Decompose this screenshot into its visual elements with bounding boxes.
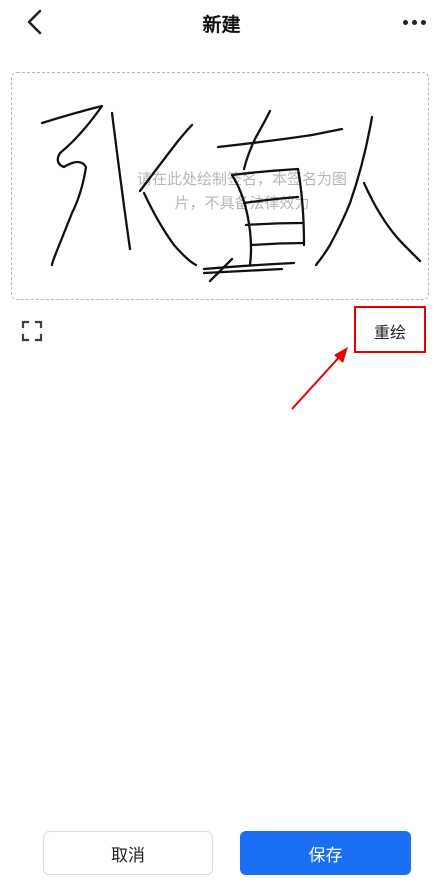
cancel-button[interactable]: 取消 — [43, 831, 213, 875]
fullscreen-icon[interactable] — [20, 319, 44, 343]
signature-canvas[interactable]: 请在此处绘制签名，本签名为图 片，不具备法律效力 — [11, 72, 429, 300]
handwritten-signature — [40, 104, 422, 283]
more-horizontal-icon[interactable] — [399, 8, 429, 36]
header-bar: 新建 — [0, 0, 443, 48]
page-title: 新建 — [202, 14, 241, 36]
more-dot — [411, 19, 417, 25]
redraw-highlight-box: 重绘 — [354, 306, 426, 353]
save-button[interactable]: 保存 — [240, 831, 411, 875]
red-arrow-icon — [291, 347, 348, 410]
more-dot — [420, 19, 426, 25]
more-dot — [402, 19, 408, 25]
redraw-button[interactable]: 重绘 — [356, 319, 424, 343]
